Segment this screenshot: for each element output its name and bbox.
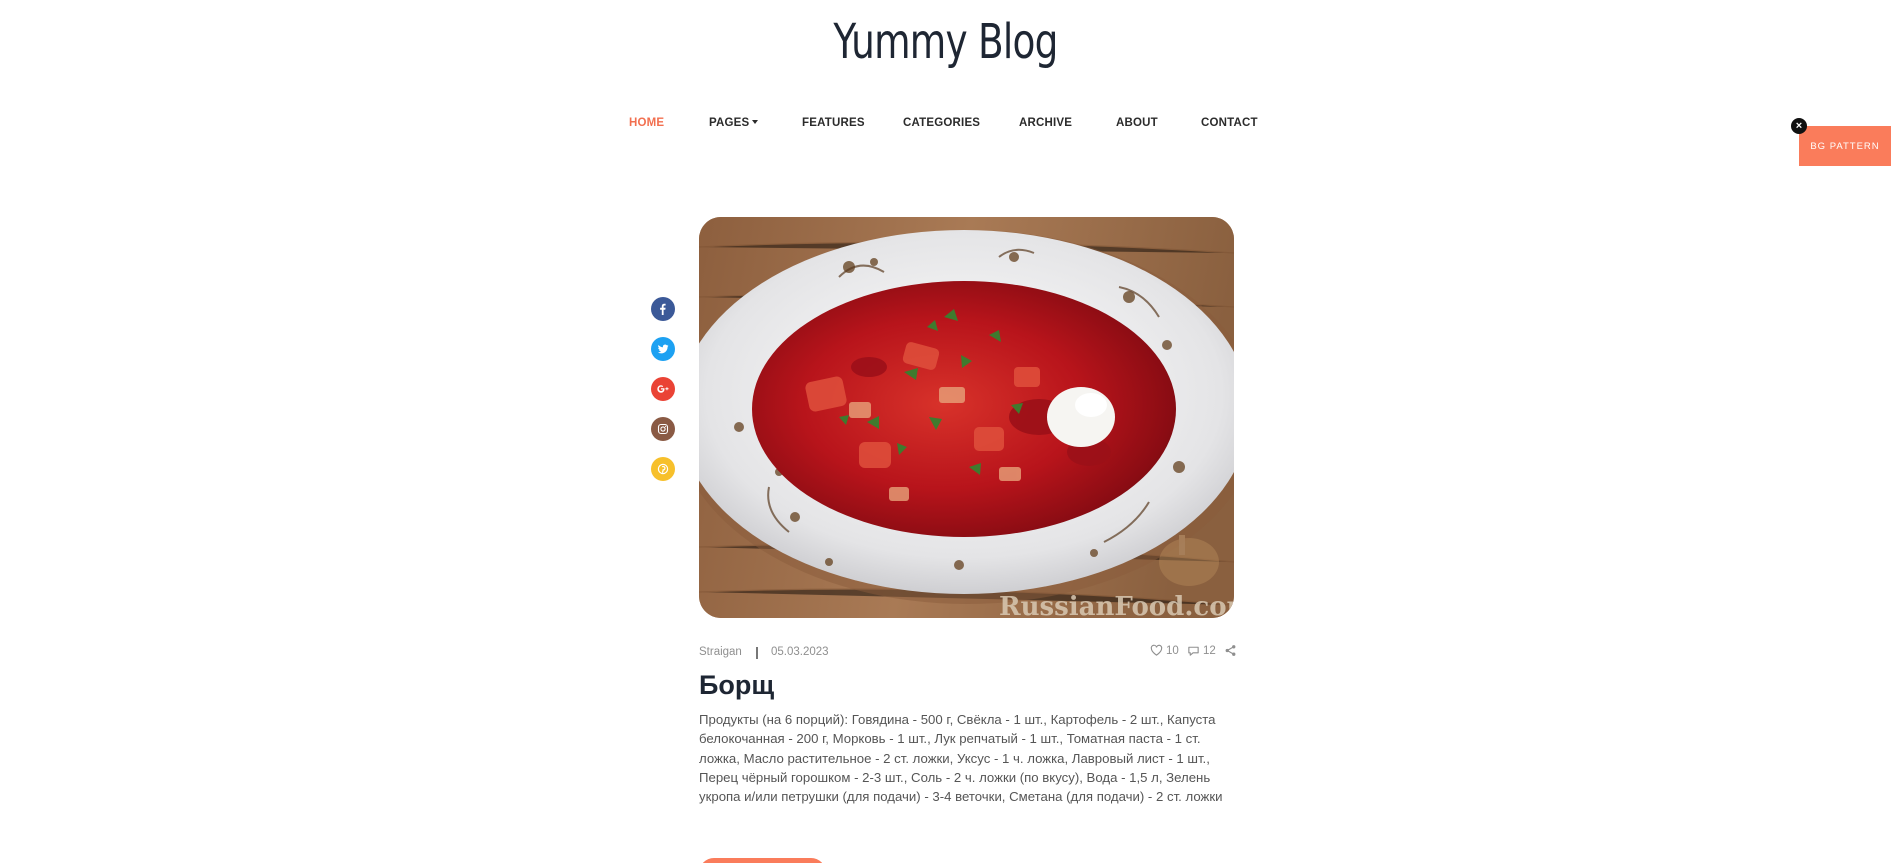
borscht-photo: RussianFood.com xyxy=(699,217,1234,618)
twitter-icon xyxy=(657,344,669,354)
nav-item-about[interactable]: ABOUT xyxy=(1116,117,1158,129)
twitter-share-button[interactable] xyxy=(651,337,675,361)
bg-pattern-button[interactable]: BG PATTERN xyxy=(1799,126,1891,166)
share-icon xyxy=(1225,645,1236,656)
nav-item-home[interactable]: HOME xyxy=(629,117,664,129)
site-logo[interactable]: Yummy Blog xyxy=(208,14,1683,70)
post-featured-image[interactable]: RussianFood.com xyxy=(699,217,1234,618)
comment-icon xyxy=(1188,646,1199,656)
read-more-button[interactable] xyxy=(699,858,826,863)
caret-down-icon xyxy=(752,120,759,124)
meta-divider xyxy=(756,647,758,659)
main-nav: HOME PAGES FEATURES CATEGORIES ARCHIVE A… xyxy=(0,117,1891,133)
heart-icon xyxy=(1150,644,1163,656)
comments-counter[interactable]: 12 xyxy=(1187,644,1216,657)
likes-counter[interactable]: 10 xyxy=(1150,644,1179,657)
nav-item-categories[interactable]: CATEGORIES xyxy=(903,117,980,129)
google-plus-share-button[interactable] xyxy=(651,377,675,401)
nav-item-pages[interactable]: PAGES xyxy=(709,117,759,129)
post-excerpt: Продукты (на 6 порций): Говядина - 500 г… xyxy=(699,712,1223,805)
pinterest-icon xyxy=(657,463,669,475)
instagram-icon xyxy=(657,423,669,435)
close-icon[interactable]: × xyxy=(1791,118,1807,134)
instagram-share-button[interactable] xyxy=(651,417,675,441)
facebook-share-button[interactable] xyxy=(651,297,675,321)
pinterest-share-button[interactable] xyxy=(651,457,675,481)
likes-count: 10 xyxy=(1166,644,1179,657)
nav-item-archive[interactable]: ARCHIVE xyxy=(1019,117,1072,129)
facebook-icon xyxy=(660,303,666,315)
google-plus-icon xyxy=(657,385,669,393)
share-button[interactable] xyxy=(1224,644,1237,657)
post-date: 05.03.2023 xyxy=(771,646,829,658)
nav-item-contact[interactable]: CONTACT xyxy=(1201,117,1258,129)
nav-item-label: PAGES xyxy=(709,117,750,129)
image-watermark: RussianFood.com xyxy=(999,592,1234,618)
nav-item-features[interactable]: FEATURES xyxy=(802,117,865,129)
comments-count: 12 xyxy=(1203,644,1216,657)
post-author[interactable]: Straigan xyxy=(699,646,742,658)
post-title[interactable]: Борщ xyxy=(699,670,774,701)
